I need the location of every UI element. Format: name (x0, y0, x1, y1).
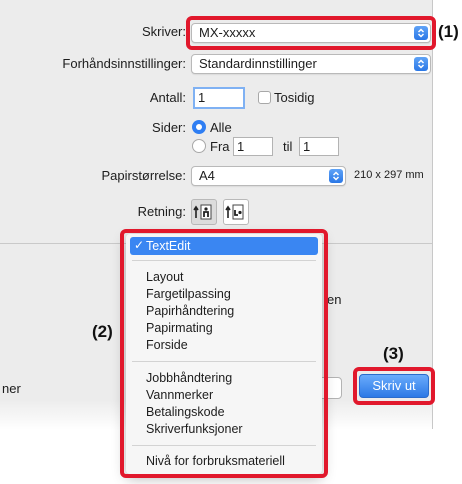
pages-from-input[interactable]: 1 (233, 137, 273, 156)
pages-all-radio[interactable] (192, 120, 206, 134)
chevron-updown-icon (414, 57, 428, 71)
hidden-button-fragment: ner (2, 381, 21, 396)
copies-input[interactable]: 1 (193, 87, 245, 109)
portrait-orientation-button[interactable] (191, 199, 217, 225)
orientation-label: Retning: (137, 204, 186, 219)
two-sided-label: Tosidig (274, 90, 315, 105)
landscape-orientation-button[interactable] (223, 199, 249, 225)
chevron-updown-icon (329, 169, 343, 183)
paper-size-value: A4 (199, 168, 215, 183)
highlight-printer (186, 16, 436, 50)
copies-label: Antall: (149, 90, 186, 105)
highlight-print-button (353, 367, 435, 405)
hidden-option-fragment: en (327, 292, 342, 307)
two-sided-checkbox[interactable] (258, 91, 271, 104)
landscape-icon (225, 204, 244, 220)
callout-1: (1) (438, 22, 459, 41)
paper-size-select[interactable]: A4 (191, 166, 346, 186)
pages-from-label: Fra (210, 139, 230, 154)
pages-all-label: Alle (210, 120, 232, 135)
paper-dimensions: 210 x 297 mm (354, 169, 424, 181)
pages-to-label: til (283, 139, 293, 154)
presets-label: Forhåndsinnstillinger: (62, 56, 186, 71)
pages-label: Sider: (152, 120, 186, 135)
printer-label: Skriver: (141, 24, 186, 39)
callout-3: (3) (383, 344, 404, 363)
pages-to-input[interactable]: 1 (299, 137, 339, 156)
highlight-menu (120, 229, 328, 478)
presets-select[interactable]: Standardinnstillinger (191, 54, 431, 74)
callout-2: (2) (92, 322, 113, 341)
paper-size-label: Papirstørrelse: (101, 168, 186, 183)
portrait-icon (193, 204, 212, 220)
pages-from-radio[interactable] (192, 139, 206, 153)
presets-value: Standardinnstillinger (199, 56, 317, 71)
